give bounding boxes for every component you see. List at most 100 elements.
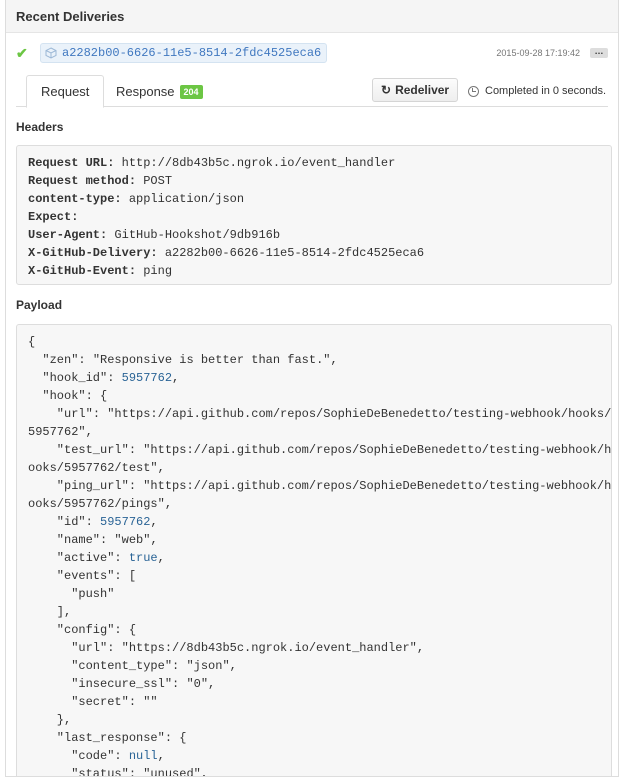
payload-line: }, [28, 711, 600, 729]
payload-token: "secret" [28, 695, 129, 709]
payload-line: "code": null, [28, 747, 600, 765]
headers-title: Headers [16, 120, 64, 134]
header-value: ping [136, 264, 173, 278]
payload-token: : [85, 515, 101, 529]
payload-token: , [150, 533, 158, 547]
payload-token: ooks/5957762/test" [28, 461, 158, 475]
payload-token: : [128, 767, 144, 777]
sync-icon: ↻ [381, 83, 392, 97]
payload-line: "content_type": "json", [28, 657, 600, 675]
payload-line: "config": { [28, 621, 600, 639]
tab-response[interactable]: Response 204 [102, 75, 217, 108]
payload-token: "https://api.github.com/repos/SophieDeBe… [143, 479, 612, 493]
payload-token: , [229, 659, 237, 673]
payload-token: "unused" [143, 767, 201, 777]
header-key: Expect: [28, 210, 79, 224]
payload-line: "push" [28, 585, 600, 603]
panel-header: Recent Deliveries [6, 0, 618, 33]
payload-token: null [128, 749, 158, 763]
payload-line: "active": true, [28, 549, 600, 567]
cube-icon [45, 47, 57, 59]
payload-token: "ping_url" [28, 479, 129, 493]
header-line: X-GitHub-Event: ping [28, 262, 600, 280]
payload-token: true [128, 551, 158, 565]
payload-line: ooks/5957762/test", [28, 459, 600, 477]
payload-token: , [172, 371, 180, 385]
header-line: content-type: application/json [28, 190, 600, 208]
header-key: User-Agent: [28, 228, 108, 242]
payload-token: , [200, 767, 209, 777]
payload-token: , [150, 515, 158, 529]
payload-token: "zen" [28, 353, 79, 367]
payload-token: "https://api.github.com/repos/SophieDeBe… [143, 443, 612, 457]
completed-status: Completed in 0 seconds. [468, 85, 606, 97]
payload-line: "name": "web", [28, 531, 600, 549]
header-value: GitHub-Hookshot/9db916b [107, 228, 281, 242]
payload-token: : { [85, 389, 108, 403]
payload-token: 5957762 [100, 515, 151, 529]
header-key: X-GitHub-Delivery: [28, 246, 158, 260]
payload-token: : [128, 479, 144, 493]
header-line: X-GitHub-Delivery: a2282b00-6626-11e5-85… [28, 244, 600, 262]
payload-token: "url" [28, 407, 93, 421]
payload-token: }, [28, 713, 72, 727]
completed-text: Completed in 0 seconds. [485, 85, 607, 97]
payload-token: : [114, 749, 129, 763]
payload-token: "test_url" [28, 443, 129, 457]
payload-line: "id": 5957762, [28, 513, 600, 531]
payload-line: "test_url": "https://api.github.com/repo… [28, 441, 611, 459]
payload-line: "zen": "Responsive is better than fast."… [28, 351, 600, 369]
header-value: POST [136, 174, 173, 188]
tab-response-label: Response [116, 84, 175, 99]
payload-line: "hook": { [28, 387, 600, 405]
payload-token: 5957762" [28, 425, 86, 439]
payload-token: , [157, 749, 165, 763]
recent-deliveries-panel: Recent Deliveries ✔ a2282b00-6626-11e5-8… [5, 0, 619, 777]
delivery-guid-link[interactable]: a2282b00-6626-11e5-8514-2fdc4525eca6 [40, 43, 328, 63]
payload-token: "id" [28, 515, 86, 529]
tab-request[interactable]: Request [26, 75, 105, 108]
delivery-row[interactable]: ✔ a2282b00-6626-11e5-8514-2fdc4525eca6 2… [16, 42, 608, 64]
payload-token: "hook_id" [28, 371, 108, 385]
header-value: application/json [121, 192, 245, 206]
payload-token: "status" [28, 767, 129, 777]
clock-icon [468, 85, 479, 97]
response-code-badge: 204 [179, 84, 203, 99]
payload-token: "content_type" [28, 659, 173, 673]
payload-token: "events" [28, 569, 115, 583]
payload-token: : [ [114, 569, 137, 583]
check-icon: ✔ [16, 44, 28, 61]
payload-line: "insecure_ssl": "0", [28, 675, 600, 693]
header-value: a2282b00-6626-11e5-8514-2fdc4525eca6 [157, 246, 425, 260]
payload-box: { "zen": "Responsive is better than fast… [16, 324, 612, 777]
payload-line: "last_response": { [28, 729, 600, 747]
payload-token: "web" [114, 533, 151, 547]
payload-line: "status": "unused", [28, 765, 600, 777]
payload-token: : [78, 353, 93, 367]
payload-token: : { [114, 623, 137, 637]
payload-token: : [100, 533, 115, 547]
payload-line: "events": [ [28, 567, 600, 585]
panel-title: Recent Deliveries [16, 8, 125, 24]
payload-token: , [157, 461, 165, 475]
headers-box: Request URL: http://8db43b5c.ngrok.io/ev… [16, 145, 612, 285]
payload-title: Payload [16, 298, 63, 312]
payload-token: ooks/5957762/pings" [28, 497, 165, 511]
payload-token: "name" [28, 533, 101, 547]
payload-token: : [107, 641, 122, 655]
header-value: http://8db43b5c.ngrok.io/event_handler [114, 156, 396, 170]
header-line: Request method: POST [28, 172, 600, 190]
payload-line: 5957762", [28, 423, 600, 441]
payload-token: : [128, 695, 144, 709]
more-options-button[interactable]: … [590, 47, 608, 58]
payload-token: , [416, 641, 425, 655]
delivery-timestamp: 2015-09-28 17:19:42 [496, 48, 580, 58]
payload-token: "Responsive is better than fast." [92, 353, 331, 367]
header-line: User-Agent: GitHub-Hookshot/9db916b [28, 226, 600, 244]
tab-request-label: Request [41, 84, 90, 99]
payload-token: : [107, 371, 122, 385]
redeliver-button[interactable]: ↻ Redeliver [372, 78, 459, 102]
payload-token: : [114, 551, 129, 565]
header-line: Request URL: http://8db43b5c.ngrok.io/ev… [28, 154, 600, 172]
payload-token: "active" [28, 551, 115, 565]
